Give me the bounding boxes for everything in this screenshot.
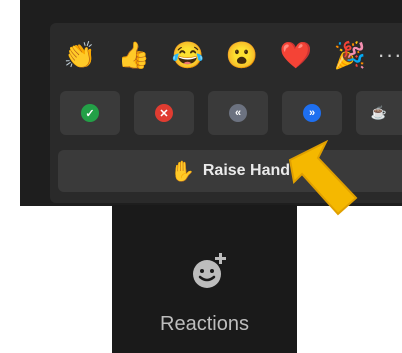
check-icon: ✓ (81, 104, 99, 122)
more-emojis-button[interactable]: ··· (372, 37, 402, 73)
rewind-icon: « (229, 104, 247, 122)
tears-of-joy-emoji-button[interactable]: 😂 (170, 37, 206, 73)
tears-of-joy-icon: 😂 (171, 40, 205, 70)
raise-hand-label: Raise Hand (202, 162, 291, 179)
heart-emoji-button[interactable]: ❤️ (278, 37, 314, 73)
raised-hand-icon: ✋ (169, 160, 195, 183)
speed-up-button[interactable]: » (282, 91, 342, 135)
thumbs-up-emoji-button[interactable]: 👍 (116, 37, 152, 73)
status-reactions-row: ✓ ✕ « » ☕ (50, 91, 402, 137)
fast-forward-icon: » (303, 104, 321, 122)
slow-down-button[interactable]: « (208, 91, 268, 135)
party-popper-emoji-button[interactable]: 🎉 (332, 37, 368, 73)
smiley-plus-icon (193, 253, 226, 288)
no-button[interactable]: ✕ (134, 91, 194, 135)
yes-button[interactable]: ✓ (60, 91, 120, 135)
party-popper-icon: 🎉 (333, 40, 367, 70)
clap-emoji-button[interactable]: 👏 (62, 37, 98, 73)
open-mouth-emoji-button[interactable]: 😮 (224, 37, 260, 73)
more-icon: ··· (377, 42, 402, 67)
heart-icon: ❤️ (279, 40, 313, 70)
coffee-button[interactable]: ☕ (356, 91, 402, 135)
arrow-pointer-icon (288, 140, 358, 216)
open-mouth-icon: 😮 (225, 40, 259, 70)
reactions-label: Reactions (160, 313, 249, 335)
x-icon: ✕ (155, 104, 173, 122)
clap-icon: 👏 (63, 40, 97, 70)
emoji-reactions-row: 👏 👍 😂 😮 ❤️ 🎉 ··· (50, 37, 402, 81)
thumbs-up-icon: 👍 (117, 40, 151, 70)
coffee-icon: ☕ (370, 105, 388, 120)
reactions-toolbar-button[interactable]: Reactions (112, 205, 297, 353)
